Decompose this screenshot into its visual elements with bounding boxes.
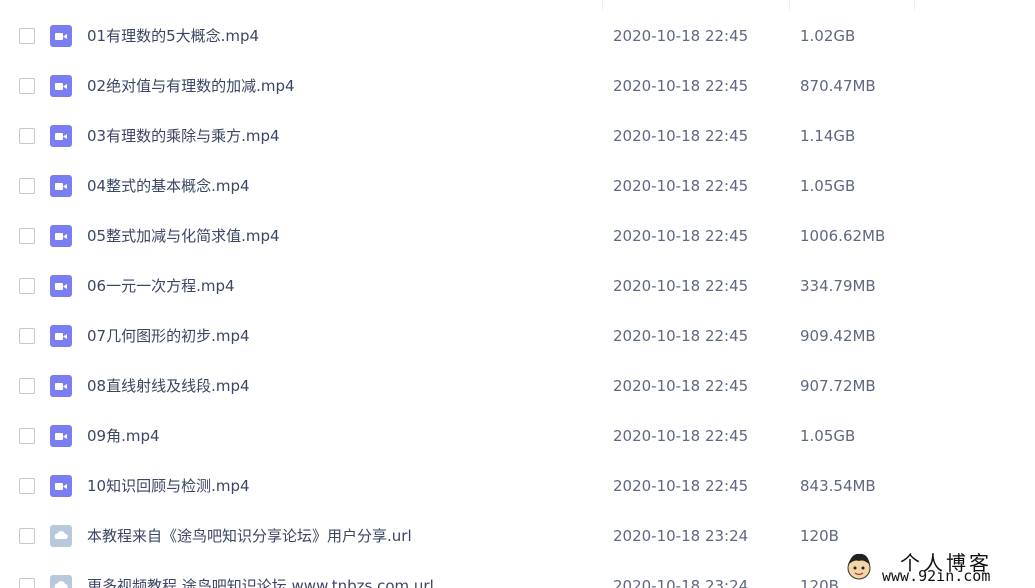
file-name[interactable]: 本教程来自《途鸟吧知识分享论坛》用户分享.url	[87, 525, 412, 547]
file-row[interactable]: 08直线射线及线段.mp4 2020-10-18 22:45 907.72MB	[0, 361, 1035, 411]
video-file-icon	[50, 275, 72, 297]
row-checkbox[interactable]	[19, 428, 35, 444]
file-date: 2020-10-18 22:45	[613, 377, 749, 395]
file-name[interactable]: 09角.mp4	[87, 425, 160, 447]
list-header	[0, 0, 1035, 10]
link-file-icon	[50, 575, 72, 588]
video-file-icon	[50, 375, 72, 397]
file-list: 01有理数的5大概念.mp4 2020-10-18 22:45 1.02GB 02绝对…	[0, 11, 1035, 588]
file-size: 907.72MB	[800, 377, 876, 395]
file-size: 1.14GB	[800, 127, 856, 145]
file-date: 2020-10-18 22:45	[613, 227, 749, 245]
avatar-icon	[847, 553, 871, 580]
file-size: 1.05GB	[800, 177, 856, 195]
file-row[interactable]: 09角.mp4 2020-10-18 22:45 1.05GB	[0, 411, 1035, 461]
row-checkbox[interactable]	[19, 578, 35, 588]
file-name[interactable]: 06一元一次方程.mp4	[87, 275, 235, 297]
row-checkbox[interactable]	[19, 328, 35, 344]
file-size: 1.02GB	[800, 27, 856, 45]
file-date: 2020-10-18 22:45	[613, 427, 749, 445]
file-row[interactable]: 05整式加减与化简求值.mp4 2020-10-18 22:45 1006.62MB	[0, 211, 1035, 261]
file-row[interactable]: 07几何图形的初步.mp4 2020-10-18 22:45 909.42MB	[0, 311, 1035, 361]
row-checkbox[interactable]	[19, 228, 35, 244]
file-date: 2020-10-18 23:24	[613, 527, 749, 545]
row-checkbox[interactable]	[19, 178, 35, 194]
video-file-icon	[50, 425, 72, 447]
row-checkbox[interactable]	[19, 28, 35, 44]
file-size: 1006.62MB	[800, 227, 886, 245]
file-row[interactable]: 03有理数的乘除与乘方.mp4 2020-10-18 22:45 1.14GB	[0, 111, 1035, 161]
video-file-icon	[50, 25, 72, 47]
file-size: 909.42MB	[800, 327, 876, 345]
file-size: 1.05GB	[800, 427, 856, 445]
file-size: 334.79MB	[800, 277, 876, 295]
file-date: 2020-10-18 22:45	[613, 27, 749, 45]
file-date: 2020-10-18 22:45	[613, 477, 749, 495]
file-size: 843.54MB	[800, 477, 876, 495]
file-row[interactable]: 10知识回顾与检测.mp4 2020-10-18 22:45 843.54MB	[0, 461, 1035, 511]
file-row[interactable]: 04整式的基本概念.mp4 2020-10-18 22:45 1.05GB	[0, 161, 1035, 211]
file-name[interactable]: 更多视频教程 途鸟吧知识论坛 www.tnbzs.com.url	[87, 575, 434, 588]
link-file-icon	[50, 525, 72, 547]
file-name[interactable]: 05整式加减与化简求值.mp4	[87, 225, 280, 247]
watermark: 个人博客 www.92in.com	[838, 545, 1035, 588]
file-name[interactable]: 10知识回顾与检测.mp4	[87, 475, 250, 497]
file-name[interactable]: 01有理数的5大概念.mp4	[87, 25, 259, 47]
file-name[interactable]: 02绝对值与有理数的加减.mp4	[87, 75, 295, 97]
video-file-icon	[50, 125, 72, 147]
file-size: 870.47MB	[800, 77, 876, 95]
file-date: 2020-10-18 22:45	[613, 177, 749, 195]
file-date: 2020-10-18 22:45	[613, 77, 749, 95]
file-row[interactable]: 06一元一次方程.mp4 2020-10-18 22:45 334.79MB	[0, 261, 1035, 311]
row-checkbox[interactable]	[19, 278, 35, 294]
file-size: 120B	[800, 577, 839, 588]
row-checkbox[interactable]	[19, 78, 35, 94]
column-divider	[789, 0, 790, 10]
row-checkbox[interactable]	[19, 528, 35, 544]
file-date: 2020-10-18 22:45	[613, 327, 749, 345]
column-divider	[602, 0, 603, 10]
file-date: 2020-10-18 22:45	[613, 127, 749, 145]
video-file-icon	[50, 175, 72, 197]
file-name[interactable]: 08直线射线及线段.mp4	[87, 375, 250, 397]
row-checkbox[interactable]	[19, 378, 35, 394]
column-divider	[914, 0, 915, 10]
file-name[interactable]: 04整式的基本概念.mp4	[87, 175, 250, 197]
file-row[interactable]: 01有理数的5大概念.mp4 2020-10-18 22:45 1.02GB	[0, 11, 1035, 61]
row-checkbox[interactable]	[19, 478, 35, 494]
file-date: 2020-10-18 23:24	[613, 577, 749, 588]
watermark-url: www.92in.com	[882, 567, 991, 585]
row-checkbox[interactable]	[19, 128, 35, 144]
video-file-icon	[50, 75, 72, 97]
video-file-icon	[50, 325, 72, 347]
file-row[interactable]: 02绝对值与有理数的加减.mp4 2020-10-18 22:45 870.47MB	[0, 61, 1035, 111]
video-file-icon	[50, 475, 72, 497]
file-name[interactable]: 03有理数的乘除与乘方.mp4	[87, 125, 280, 147]
file-date: 2020-10-18 22:45	[613, 277, 749, 295]
file-name[interactable]: 07几何图形的初步.mp4	[87, 325, 250, 347]
file-size: 120B	[800, 527, 839, 545]
video-file-icon	[50, 225, 72, 247]
